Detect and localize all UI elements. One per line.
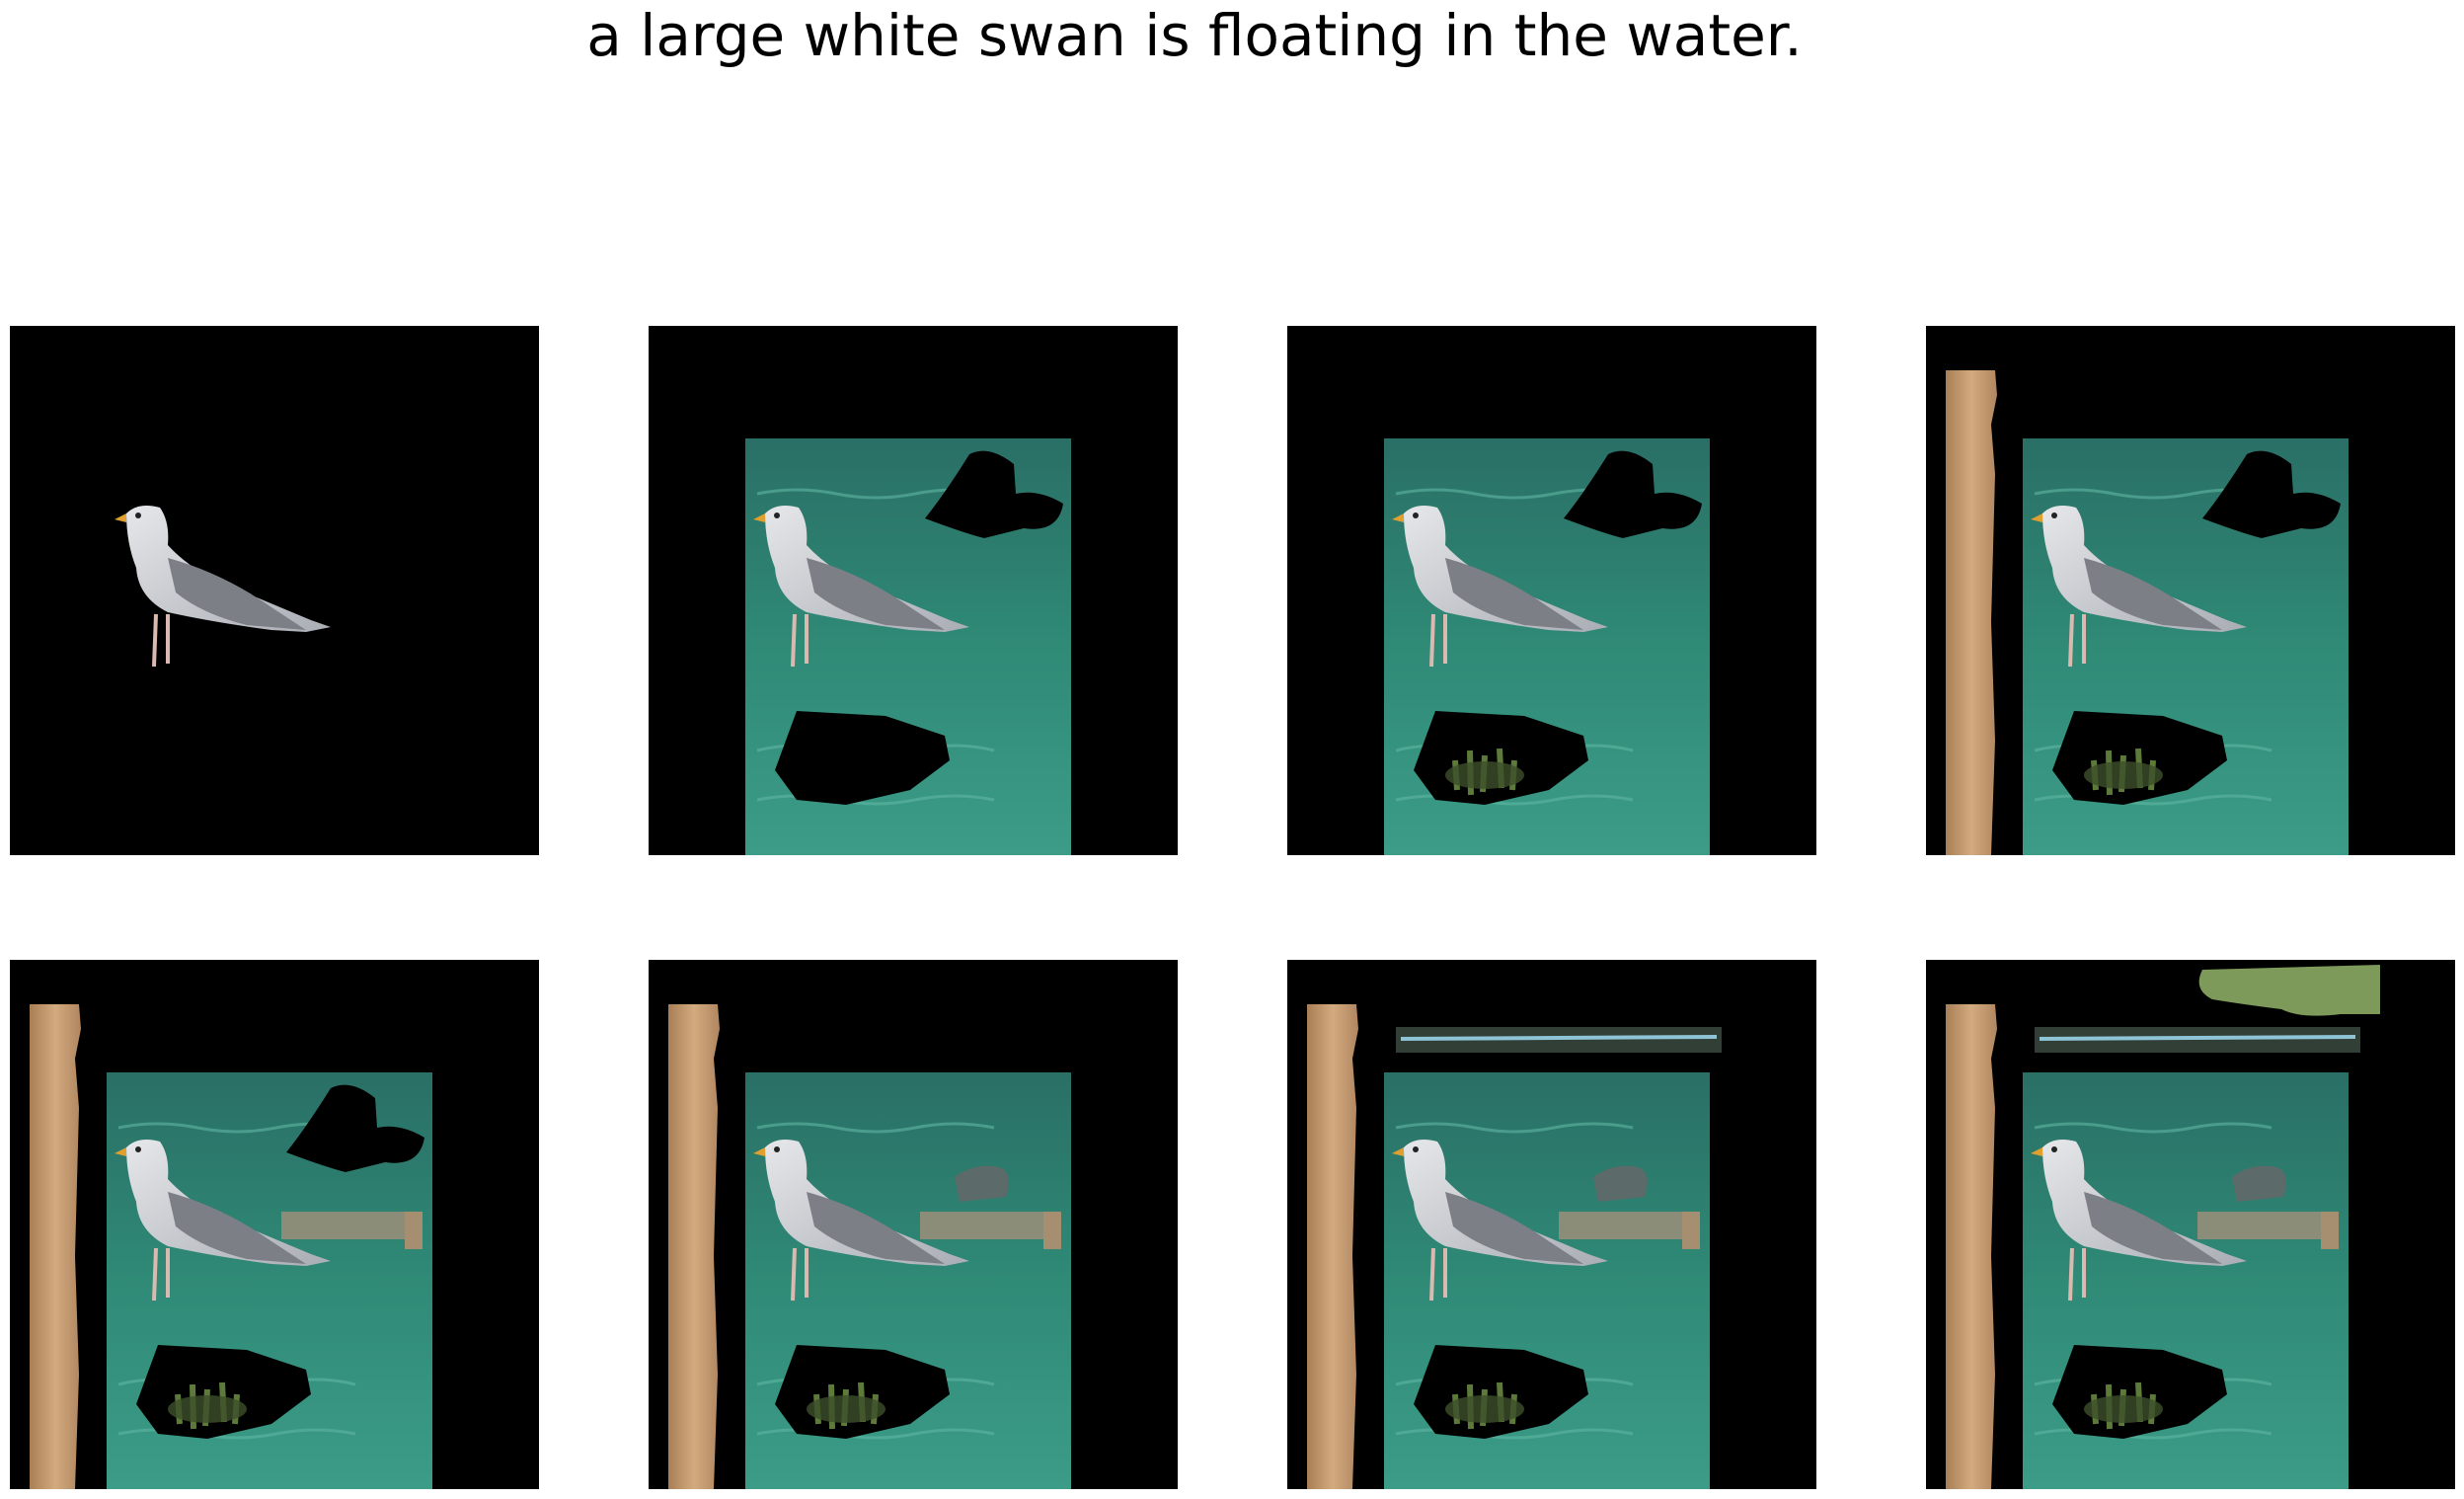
wooden-pole (1946, 370, 1997, 855)
image-panel-1-2 (649, 326, 1178, 855)
seagull (115, 506, 331, 668)
wooden-pole (668, 1004, 720, 1489)
image-panel-2-4 (1926, 960, 2455, 1489)
image-panel-2-2 (649, 960, 1178, 1489)
panel-image (1384, 438, 1710, 855)
panel-image (1946, 370, 2348, 855)
image-panel-1-3 (1287, 326, 1816, 855)
image-panel-2-3 (1287, 960, 1816, 1489)
panel-image (745, 438, 1071, 855)
image-panel-1-4 (1926, 326, 2455, 855)
panel-image (1946, 965, 2380, 1489)
panel-image (30, 1004, 432, 1489)
wooden-pole (1946, 1004, 1997, 1489)
panel-image (115, 506, 331, 668)
figure-caption: a large white swan is floating in the wa… (586, 2, 1803, 69)
stone-ledge (1559, 1212, 1682, 1239)
stone-ledge (2197, 1212, 2321, 1239)
image-panel-2-1 (10, 960, 539, 1489)
image-panel-1-1 (10, 326, 539, 855)
stone-ledge (920, 1212, 1043, 1239)
wooden-pole (1307, 1004, 1358, 1489)
panel-image (668, 1004, 1071, 1489)
wooden-pole (30, 1004, 81, 1489)
foliage (2198, 965, 2380, 1016)
panel-image (1307, 1004, 1722, 1489)
stone-ledge (281, 1212, 405, 1239)
